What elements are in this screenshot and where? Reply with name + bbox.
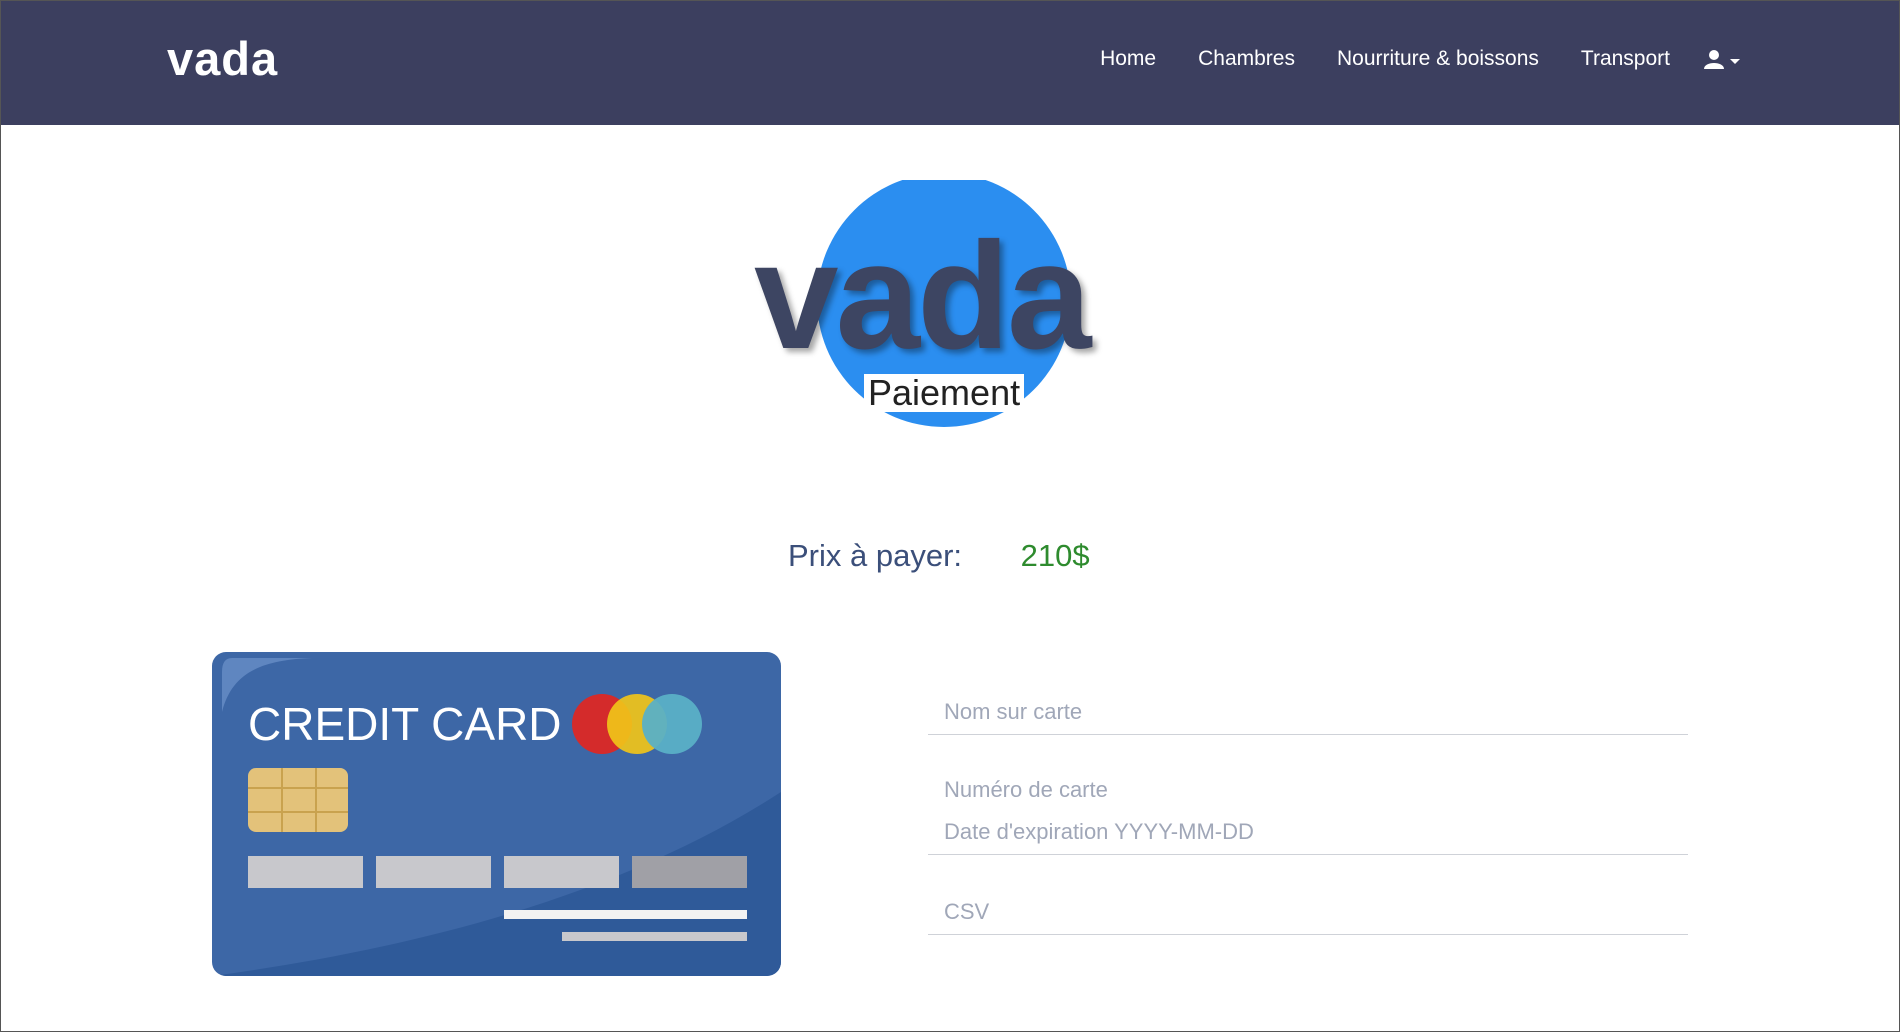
logo-word: vada bbox=[754, 211, 1091, 381]
nav-nourriture-boissons[interactable]: Nourriture & boissons bbox=[1337, 47, 1539, 71]
price-row: Prix à payer: 210$ bbox=[788, 538, 1090, 574]
nav-home[interactable]: Home bbox=[1100, 47, 1156, 71]
card-title: CREDIT CARD bbox=[248, 698, 562, 750]
nav-chambres[interactable]: Chambres bbox=[1198, 47, 1295, 71]
expiry-date-input[interactable] bbox=[928, 810, 1688, 855]
brand-logo[interactable]: vada bbox=[167, 31, 278, 86]
user-menu-dropdown[interactable] bbox=[1704, 49, 1740, 69]
nav-transport[interactable]: Transport bbox=[1581, 47, 1670, 71]
logo-subtitle: Paiement bbox=[864, 374, 1025, 412]
card-number-input[interactable] bbox=[928, 770, 1688, 810]
vada-payment-logo: vada Paiement bbox=[750, 180, 1150, 440]
price-value: 210$ bbox=[1020, 538, 1090, 573]
user-icon bbox=[1704, 50, 1724, 69]
csv-input[interactable] bbox=[928, 890, 1688, 935]
price-label: Prix à payer: bbox=[788, 538, 963, 573]
nav-menu: Home Chambres Nourriture & boissons Tran… bbox=[1058, 47, 1740, 71]
top-navbar: vada Home Chambres Nourriture & boissons… bbox=[1, 1, 1900, 125]
card-name-input[interactable] bbox=[928, 690, 1688, 735]
chevron-down-icon bbox=[1730, 58, 1740, 64]
credit-card-illustration: CREDIT CARD bbox=[212, 652, 781, 976]
